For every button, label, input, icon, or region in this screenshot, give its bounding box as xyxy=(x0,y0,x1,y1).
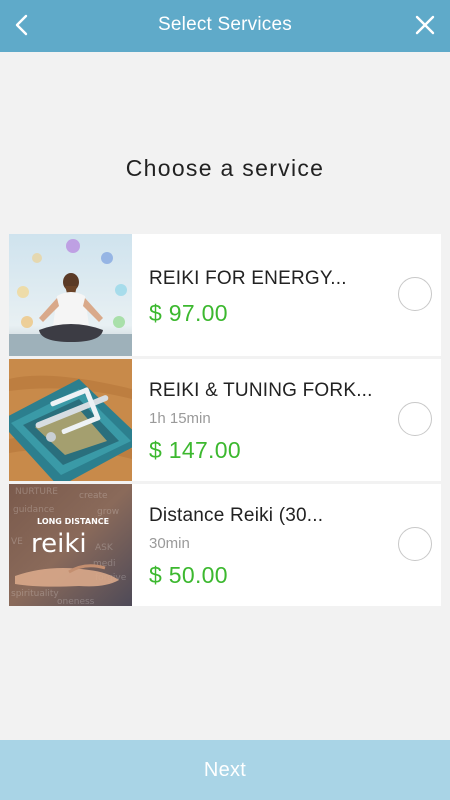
service-item-reiki-tuning-fork[interactable]: REIKI & TUNING FORK... 1h 15min $ 147.00 xyxy=(9,359,441,481)
svg-text:ASK: ASK xyxy=(95,543,114,553)
service-price: $ 147.00 xyxy=(149,437,241,463)
svg-text:spirituality: spirituality xyxy=(11,589,59,599)
svg-text:LONG DISTANCE: LONG DISTANCE xyxy=(37,517,109,526)
next-button[interactable]: Next xyxy=(0,740,450,800)
svg-text:create: create xyxy=(79,491,108,501)
svg-text:guidance: guidance xyxy=(13,505,55,515)
service-list: REIKI FOR ENERGY... $ 97.00 REIKI & TUNI… xyxy=(9,234,441,609)
close-icon xyxy=(415,15,435,35)
service-item-reiki-for-energy[interactable]: REIKI FOR ENERGY... $ 97.00 xyxy=(9,234,441,356)
meditation-image xyxy=(9,234,132,356)
long-distance-reiki-image: NURTURE create guidance grow VE ASK medi… xyxy=(9,484,132,606)
service-price: $ 50.00 xyxy=(149,562,228,588)
service-radio[interactable] xyxy=(398,527,432,561)
svg-text:reiki: reiki xyxy=(31,529,87,559)
service-name: REIKI FOR ENERGY... xyxy=(149,268,347,289)
service-radio[interactable] xyxy=(398,402,432,436)
select-services-screen: Select Services Choose a service REIKI F… xyxy=(0,0,450,800)
tuning-fork-image xyxy=(9,359,132,481)
service-name: REIKI & TUNING FORK... xyxy=(149,380,373,401)
service-name: Distance Reiki (30... xyxy=(149,505,324,526)
choose-service-heading: Choose a service xyxy=(125,155,325,181)
svg-text:grow: grow xyxy=(97,507,119,517)
service-radio[interactable] xyxy=(398,277,432,311)
service-duration: 30min xyxy=(149,535,190,552)
service-price: $ 97.00 xyxy=(149,300,228,326)
close-button[interactable] xyxy=(408,8,442,42)
svg-text:NURTURE: NURTURE xyxy=(15,487,58,497)
service-duration: 1h 15min xyxy=(149,410,211,427)
page-title: Select Services xyxy=(158,14,292,35)
app-header: Select Services xyxy=(0,0,450,52)
svg-text:oneness: oneness xyxy=(57,597,95,606)
svg-text:VE: VE xyxy=(11,537,23,547)
service-item-distance-reiki[interactable]: NURTURE create guidance grow VE ASK medi… xyxy=(9,484,441,606)
